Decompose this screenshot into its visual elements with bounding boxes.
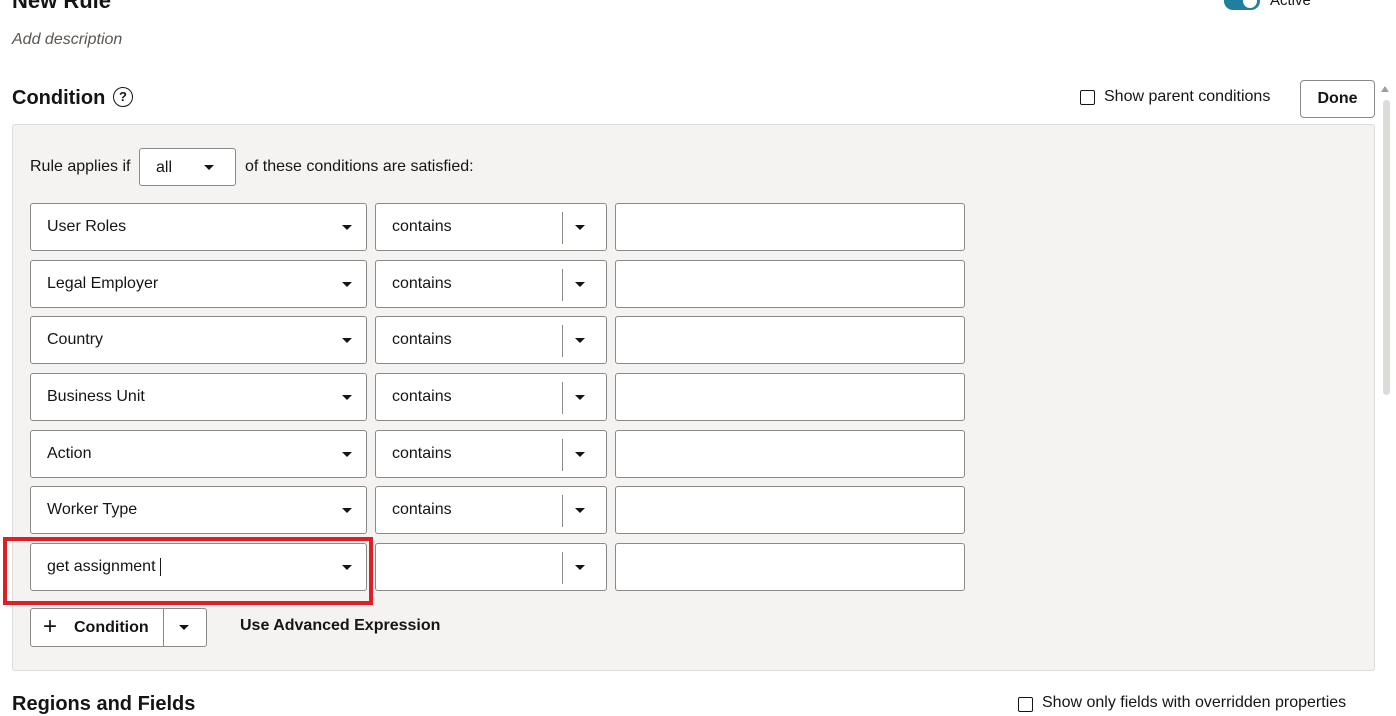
condition-field-value: Worker Type xyxy=(47,501,138,518)
highlight-box xyxy=(3,537,373,605)
applies-suffix: of these conditions are satisfied: xyxy=(245,158,474,175)
condition-field-select[interactable]: Country xyxy=(30,316,367,364)
add-condition-button[interactable]: + Condition xyxy=(30,608,207,647)
condition-title: Condition xyxy=(12,87,106,109)
chevron-down-icon xyxy=(575,508,585,513)
advanced-expression-link[interactable]: Use Advanced Expression xyxy=(240,617,440,635)
show-overridden-label: Show only fields with overridden propert… xyxy=(1042,694,1347,711)
condition-operator-select[interactable]: contains xyxy=(375,486,607,534)
condition-value-input[interactable] xyxy=(615,486,965,534)
question-circle-icon[interactable]: ? xyxy=(113,87,133,107)
plus-icon: + xyxy=(43,613,58,640)
show-overridden-checkbox[interactable] xyxy=(1018,697,1033,712)
chevron-down-icon xyxy=(575,225,585,230)
toggle-knob xyxy=(1243,0,1257,8)
select-divider xyxy=(562,269,563,301)
condition-operator-value: contains xyxy=(392,501,452,518)
scroll-up-icon[interactable] xyxy=(1381,86,1389,92)
select-divider xyxy=(562,382,563,414)
more-horizontal-icon[interactable]: ··· xyxy=(1360,0,1381,7)
condition-value-input[interactable] xyxy=(615,260,965,308)
condition-operator-value: contains xyxy=(392,388,452,405)
condition-field-select[interactable]: Business Unit xyxy=(30,373,367,421)
applies-select-value: all xyxy=(156,159,173,176)
condition-operator-select[interactable]: contains xyxy=(375,316,607,364)
condition-operator-select[interactable]: contains xyxy=(375,260,607,308)
condition-operator-value: contains xyxy=(392,275,452,292)
button-divider xyxy=(163,609,164,646)
condition-operator-select[interactable]: contains xyxy=(375,373,607,421)
condition-value-input[interactable] xyxy=(615,373,965,421)
condition-field-value: User Roles xyxy=(47,218,127,235)
condition-operator-value: contains xyxy=(392,331,452,348)
chevron-down-icon xyxy=(342,282,352,287)
condition-field-value: Legal Employer xyxy=(47,275,159,292)
chevron-down-icon xyxy=(342,508,352,513)
show-parent-checkbox[interactable] xyxy=(1080,90,1095,105)
select-divider xyxy=(562,552,563,584)
condition-operator-select[interactable]: contains xyxy=(375,430,607,478)
page-title: New Rule xyxy=(12,0,112,13)
active-label: Active xyxy=(1270,0,1311,9)
condition-operator-select[interactable]: contains xyxy=(375,203,607,251)
condition-field-select[interactable]: Action xyxy=(30,430,367,478)
chevron-down-icon[interactable] xyxy=(179,625,189,630)
chevron-down-icon xyxy=(575,282,585,287)
chevron-down-icon xyxy=(342,225,352,230)
active-toggle[interactable] xyxy=(1224,0,1260,10)
chevron-down-icon xyxy=(575,452,585,457)
condition-operator-value: contains xyxy=(392,445,452,462)
chevron-down-icon xyxy=(575,395,585,400)
condition-field-select[interactable]: Worker Type xyxy=(30,486,367,534)
chevron-down-icon xyxy=(342,452,352,457)
chevron-down-icon xyxy=(342,395,352,400)
applies-prefix: Rule applies if xyxy=(30,158,131,175)
condition-field-select[interactable]: User Roles xyxy=(30,203,367,251)
select-divider xyxy=(562,212,563,244)
chevron-down-icon xyxy=(342,338,352,343)
chevron-down-icon xyxy=(575,338,585,343)
condition-value-input[interactable] xyxy=(615,316,965,364)
condition-operator-value: contains xyxy=(392,218,452,235)
condition-field-value: Country xyxy=(47,331,104,348)
regions-title: Regions and Fields xyxy=(12,693,196,715)
chevron-down-icon xyxy=(575,565,585,570)
chevron-down-icon xyxy=(204,165,214,170)
condition-field-value: Business Unit xyxy=(47,388,145,405)
condition-value-input[interactable] xyxy=(615,543,965,591)
select-divider xyxy=(562,325,563,357)
condition-value-input[interactable] xyxy=(615,430,965,478)
condition-field-select[interactable]: Legal Employer xyxy=(30,260,367,308)
condition-operator-select[interactable] xyxy=(375,543,607,591)
applies-select[interactable]: all xyxy=(139,148,236,186)
show-parent-label: Show parent conditions xyxy=(1104,88,1271,105)
select-divider xyxy=(562,495,563,527)
add-condition-label: Condition xyxy=(74,619,149,636)
description-field[interactable]: Add description xyxy=(12,31,122,49)
select-divider xyxy=(562,439,563,471)
condition-value-input[interactable] xyxy=(615,203,965,251)
done-button[interactable]: Done xyxy=(1300,80,1375,118)
scrollbar-thumb[interactable] xyxy=(1383,100,1390,395)
condition-field-value: Action xyxy=(47,445,92,462)
